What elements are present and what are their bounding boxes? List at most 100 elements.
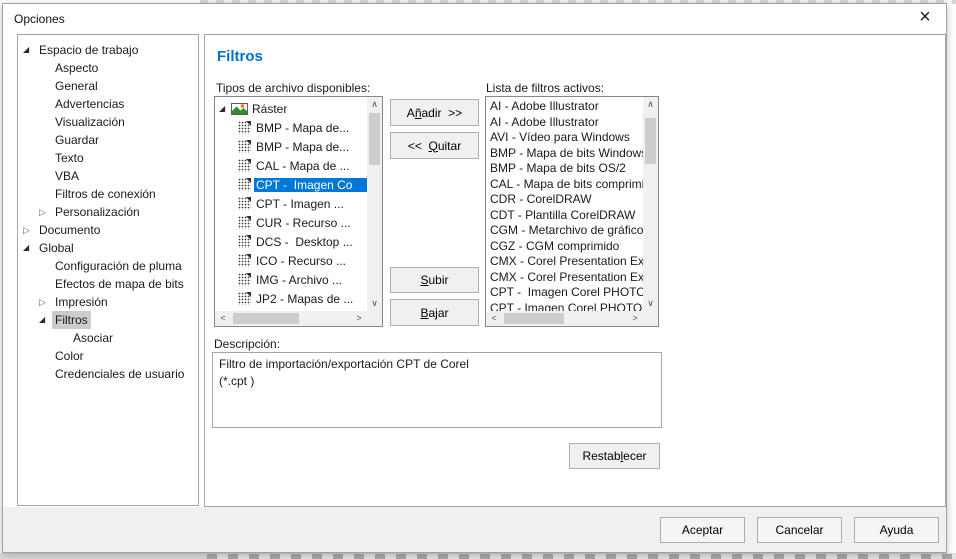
description-label: Descripción: [214, 337, 280, 351]
dialog-title: Opciones [14, 12, 65, 26]
scrollbar-thumb[interactable] [645, 118, 656, 164]
remove-button[interactable]: << Quitar [390, 132, 479, 159]
titlebar[interactable]: Opciones × [3, 4, 946, 32]
close-icon[interactable]: × [912, 6, 938, 30]
scroll-left-icon[interactable]: < [486, 311, 502, 326]
list-item-raster-root[interactable]: ◢ Ráster [215, 99, 367, 118]
bitmap-file-icon [238, 235, 251, 248]
list-item[interactable]: BMP - Mapa de... [215, 137, 367, 156]
scroll-down-icon[interactable]: ∨ [643, 296, 658, 311]
scroll-left-icon[interactable]: < [215, 311, 231, 326]
scrollbar-thumb[interactable] [504, 313, 564, 324]
list-item[interactable]: CAL - Mapa de ... [215, 156, 367, 175]
active-filters-label: Lista de filtros activos: [486, 81, 604, 95]
help-button[interactable]: Ayuda [854, 517, 939, 543]
bitmap-file-icon [238, 140, 251, 153]
tree-item-guardar[interactable]: Guardar [18, 131, 198, 149]
tree-item-visualizacion[interactable]: Visualización [18, 113, 198, 131]
tree-item-personalizacion[interactable]: ▷Personalización [18, 203, 198, 221]
list-item[interactable]: AI - Adobe Illustrator [486, 99, 643, 115]
list-item[interactable]: CDT - Plantilla CorelDRAW [486, 208, 643, 224]
list-item[interactable]: CPT - Imagen Corel PHOTO-PAINT [486, 301, 643, 312]
tree-item-configuracion-de-pluma[interactable]: Configuración de pluma [18, 257, 198, 275]
list-item[interactable]: CGZ - CGM comprimido [486, 239, 643, 255]
scroll-right-icon[interactable]: > [627, 311, 643, 326]
tree-item-espacio-de-trabajo[interactable]: ◢Espacio de trabajo [18, 41, 198, 59]
list-item[interactable]: CPT - Imagen Corel PHOTO-PAINT [486, 285, 643, 301]
list-item[interactable]: CUR - Recurso ... [215, 213, 367, 232]
tree-item-documento[interactable]: ▷Documento [18, 221, 198, 239]
list-item[interactable]: CPT - Imagen ... [215, 194, 367, 213]
available-types-listbox[interactable]: ◢ Ráster BMP - Mapa de... BMP - Mapa de.… [214, 96, 383, 327]
tree-item-impresion[interactable]: ▷Impresión [18, 293, 198, 311]
vertical-scrollbar[interactable]: ∧ ∨ [643, 97, 658, 311]
tree-item-filtros[interactable]: ◢Filtros [18, 311, 198, 329]
list-item[interactable]: AVI - Vídeo para Windows [486, 130, 643, 146]
list-item[interactable]: CDR - CorelDRAW [486, 192, 643, 208]
list-item-label: DCS - Desktop ... [254, 235, 355, 249]
description-box: Filtro de importación/exportación CPT de… [212, 352, 662, 428]
description-line: Filtro de importación/exportación CPT de… [219, 356, 655, 373]
move-down-button[interactable]: Bajar [390, 299, 479, 326]
scroll-up-icon[interactable]: ∧ [367, 97, 382, 112]
tree-expanded-icon[interactable]: ◢ [23, 41, 36, 59]
tree-expanded-icon[interactable]: ◢ [23, 239, 36, 257]
tree-item-asociar[interactable]: Asociar [18, 329, 198, 347]
tree-item-filtros-de-conexion[interactable]: Filtros de conexión [18, 185, 198, 203]
button-label: ecer [623, 449, 646, 463]
add-button[interactable]: Añadir >> [390, 99, 479, 126]
list-item[interactable]: CGM - Metarchivo de gráficos [486, 223, 643, 239]
cancel-button[interactable]: Cancelar [757, 517, 842, 543]
tree-item-efectos-de-mapa-de-bits[interactable]: Efectos de mapa de bits [18, 275, 198, 293]
list-item-label: IMG - Archivo ... [254, 273, 344, 287]
list-item-label: CPT - Imagen ... [254, 197, 346, 211]
list-item[interactable]: CMX - Corel Presentation Exchange [486, 270, 643, 286]
list-item[interactable]: IMG - Archivo ... [215, 270, 367, 289]
tree-collapsed-icon[interactable]: ▷ [39, 293, 52, 311]
list-item-selected[interactable]: CPT - Imagen Co [215, 175, 367, 194]
tree-item-general[interactable]: General [18, 77, 198, 95]
tree-item-credenciales-de-usuario[interactable]: Credenciales de usuario [18, 365, 198, 383]
tree-item-label: Filtros de conexión [52, 185, 159, 203]
tree-collapsed-icon[interactable]: ▷ [39, 203, 52, 221]
tree-expanded-icon[interactable]: ◢ [39, 311, 52, 329]
reset-button[interactable]: Restablecer [569, 443, 660, 469]
list-item[interactable]: CAL - Mapa de bits comprimido [486, 177, 643, 193]
scrollbar-thumb[interactable] [233, 313, 299, 324]
scroll-right-icon[interactable]: > [351, 311, 367, 326]
list-item[interactable]: ICO - Recurso ... [215, 251, 367, 270]
accept-button[interactable]: Aceptar [660, 517, 745, 543]
list-item[interactable]: BMP - Mapa de bits Windows [486, 146, 643, 162]
tree-item-label: Documento [36, 221, 103, 239]
tree-item-label: Aspecto [52, 59, 101, 77]
list-item[interactable]: BMP - Mapa de... [215, 118, 367, 137]
horizontal-scrollbar[interactable]: < > [215, 311, 367, 326]
tree-item-label: Asociar [70, 329, 116, 347]
list-item[interactable]: BMP - Mapa de bits OS/2 [486, 161, 643, 177]
tree-item-advertencias[interactable]: Advertencias [18, 95, 198, 113]
button-label: adir >> [422, 106, 463, 120]
list-item[interactable]: CMX - Corel Presentation Exchange [486, 254, 643, 270]
tree-item-aspecto[interactable]: Aspecto [18, 59, 198, 77]
tree-item-vba[interactable]: VBA [18, 167, 198, 185]
scroll-down-icon[interactable]: ∨ [367, 296, 382, 311]
list-item[interactable]: AI - Adobe Illustrator [486, 115, 643, 131]
vertical-scrollbar[interactable]: ∧ ∨ [367, 97, 382, 311]
tree-item-label: Impresión [52, 293, 111, 311]
move-up-button[interactable]: Subir [390, 267, 479, 293]
scroll-up-icon[interactable]: ∧ [643, 97, 658, 112]
scrollbar-corner [643, 311, 658, 326]
active-filters-listbox[interactable]: AI - Adobe Illustrator AI - Adobe Illust… [485, 96, 659, 327]
tree-collapsed-icon[interactable]: ▷ [23, 221, 36, 239]
tree-expanded-icon[interactable]: ◢ [219, 104, 231, 113]
list-item[interactable]: JP2 - Mapas de ... [215, 289, 367, 308]
tree-item-texto[interactable]: Texto [18, 149, 198, 167]
tree-item-global[interactable]: ◢Global [18, 239, 198, 257]
list-item-label: CUR - Recurso ... [254, 216, 353, 230]
bitmap-file-icon [238, 197, 251, 210]
scrollbar-thumb[interactable] [369, 113, 380, 165]
horizontal-scrollbar[interactable]: < > [486, 311, 643, 326]
button-label: ajar [429, 306, 449, 320]
list-item[interactable]: DCS - Desktop ... [215, 232, 367, 251]
tree-item-color[interactable]: Color [18, 347, 198, 365]
